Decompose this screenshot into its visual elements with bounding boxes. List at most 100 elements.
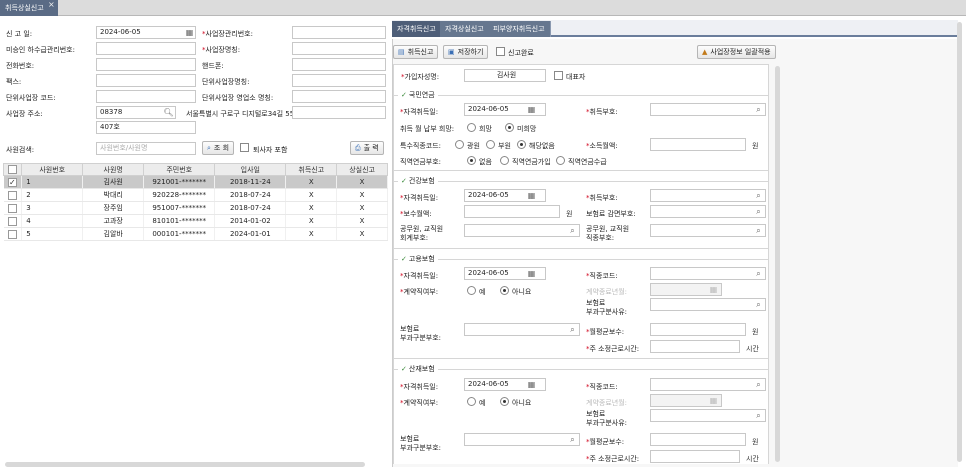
report-done-checkbox[interactable] bbox=[496, 47, 505, 56]
clinic-mgmt-no-input[interactable] bbox=[96, 42, 196, 55]
save-button[interactable]: ▣ 저장하기 bbox=[443, 45, 489, 59]
unit-biz-code-input[interactable] bbox=[96, 90, 196, 103]
unit-biz-office-input[interactable] bbox=[292, 90, 386, 103]
acq-report-button[interactable]: ▤ 취득신고 bbox=[393, 45, 439, 59]
table-row[interactable]: 3 장주임 951007-******* 2018-07-24 X X bbox=[3, 201, 388, 215]
search-icon[interactable]: ⌕ bbox=[567, 324, 578, 335]
search-icon[interactable]: ⌕ bbox=[753, 379, 764, 390]
emp-premium-code-input[interactable] bbox=[464, 323, 580, 336]
cell-loss[interactable]: X bbox=[336, 227, 388, 241]
cell-joined[interactable]: 2018-11-24 bbox=[214, 175, 287, 189]
report-date-input[interactable]: 2024-06-05 bbox=[96, 26, 196, 39]
search-icon[interactable]: ⌕ bbox=[567, 225, 578, 236]
tab-acquisition[interactable]: 자격취득신고 bbox=[392, 21, 442, 37]
table-row[interactable]: ✓ 1 김사원 921001-******* 2018-11-24 X X bbox=[3, 175, 388, 189]
ind-contract-no-radio[interactable] bbox=[500, 397, 509, 406]
cell-joined[interactable]: 2018-07-24 bbox=[214, 188, 287, 202]
row-checkbox-cell[interactable] bbox=[3, 214, 23, 228]
ind-contract-yes-radio[interactable] bbox=[467, 397, 476, 406]
fax-input[interactable] bbox=[96, 74, 196, 87]
cell-joined[interactable]: 2014-01-02 bbox=[214, 214, 287, 228]
calendar-icon[interactable]: ▦ bbox=[526, 379, 537, 390]
tab-loss[interactable]: 자격상실신고 bbox=[440, 21, 490, 37]
search-icon[interactable]: ⌕ bbox=[753, 410, 764, 421]
phone-input[interactable] bbox=[96, 58, 196, 71]
biz-name-input[interactable] bbox=[292, 42, 386, 55]
search-icon[interactable]: ⌕ bbox=[753, 299, 764, 310]
pension-income-input[interactable] bbox=[650, 138, 746, 151]
row-checkbox[interactable] bbox=[7, 229, 17, 239]
cell-joined[interactable]: 2018-07-24 bbox=[214, 201, 287, 215]
cell-no[interactable]: 5 bbox=[21, 227, 84, 241]
pension-sp2-radio[interactable] bbox=[486, 140, 495, 149]
header-checkbox[interactable] bbox=[8, 165, 18, 174]
panel-vertical-scrollbar[interactable] bbox=[957, 22, 962, 462]
ind-hours-input[interactable] bbox=[650, 450, 740, 463]
cell-loss[interactable]: X bbox=[336, 214, 388, 228]
health-reduce-input[interactable] bbox=[650, 205, 766, 218]
cell-loss[interactable]: X bbox=[336, 175, 388, 189]
unit-biz-name-input[interactable] bbox=[292, 74, 386, 87]
ind-avg-pay-input[interactable] bbox=[650, 433, 746, 446]
employee-search-input[interactable]: 사원번호/사원명 bbox=[96, 142, 196, 155]
pension-pay-yes-radio[interactable] bbox=[467, 123, 476, 132]
pension-acq-code-input[interactable] bbox=[650, 103, 766, 116]
health-pub-job-input[interactable] bbox=[650, 224, 766, 237]
row-checkbox-cell[interactable]: ✓ bbox=[3, 175, 23, 189]
cell-name[interactable]: 장주임 bbox=[82, 201, 145, 215]
table-row[interactable]: 4 고과장 810101-******* 2014-01-02 X X bbox=[3, 214, 388, 228]
header-emp-name[interactable]: 사원명 bbox=[82, 163, 145, 176]
cell-name[interactable]: 고과장 bbox=[82, 214, 145, 228]
form-vertical-scrollbar[interactable] bbox=[775, 66, 780, 462]
cell-acq[interactable]: X bbox=[285, 188, 338, 202]
subscriber-input[interactable]: 김사원 bbox=[464, 69, 546, 82]
cell-acq[interactable]: X bbox=[285, 175, 338, 189]
cell-loss[interactable]: X bbox=[336, 188, 388, 202]
cell-rrn[interactable]: 951007-******* bbox=[143, 201, 216, 215]
search-icon[interactable]: 🔍︎ bbox=[163, 107, 174, 118]
cell-loss[interactable]: X bbox=[336, 201, 388, 215]
tab-acquisition-loss-report[interactable]: 취득상실신고 × bbox=[0, 0, 58, 16]
search-icon[interactable]: ⌕ bbox=[567, 434, 578, 445]
cell-acq[interactable]: X bbox=[285, 214, 338, 228]
address2-input[interactable]: 407호 bbox=[96, 121, 196, 134]
calendar-icon[interactable]: ▦ bbox=[526, 190, 537, 201]
apply-all-button[interactable]: ▲ 사업장정보 일괄적용 bbox=[697, 45, 776, 59]
emp-premium-reason-input[interactable] bbox=[650, 298, 766, 311]
emp-contract-yes-radio[interactable] bbox=[467, 286, 476, 295]
cell-no[interactable]: 1 bbox=[21, 175, 84, 189]
representative-checkbox[interactable] bbox=[554, 71, 563, 80]
search-button[interactable]: ⌕ 조 회 bbox=[202, 141, 235, 155]
health-salary-input[interactable] bbox=[464, 205, 560, 218]
tab-dependent[interactable]: 피부양자취득신고 bbox=[488, 21, 551, 37]
emp-contract-no-radio[interactable] bbox=[500, 286, 509, 295]
emp-avg-pay-input[interactable] bbox=[650, 323, 746, 336]
row-checkbox-cell[interactable] bbox=[3, 227, 23, 241]
emp-hours-input[interactable] bbox=[650, 340, 740, 353]
header-loss[interactable]: 상실신고 bbox=[336, 163, 388, 176]
cell-joined[interactable]: 2024-01-01 bbox=[214, 227, 287, 241]
ind-premium-reason-input[interactable] bbox=[650, 409, 766, 422]
row-checkbox[interactable] bbox=[7, 190, 17, 200]
calendar-icon[interactable]: ▦ bbox=[526, 268, 537, 279]
cell-acq[interactable]: X bbox=[285, 227, 338, 241]
calendar-icon[interactable]: ▦ bbox=[184, 27, 195, 38]
header-rrn[interactable]: 주민번호 bbox=[143, 163, 216, 176]
cell-name[interactable]: 김알바 bbox=[82, 227, 145, 241]
pension-occ2-radio[interactable] bbox=[500, 156, 509, 165]
address1-input[interactable] bbox=[292, 106, 386, 119]
health-pub-acct-input[interactable] bbox=[464, 224, 580, 237]
cell-rrn[interactable]: 920228-******* bbox=[143, 188, 216, 202]
cell-rrn[interactable]: 810101-******* bbox=[143, 214, 216, 228]
row-checkbox[interactable] bbox=[7, 216, 17, 226]
pension-sp3-radio[interactable] bbox=[517, 140, 526, 149]
mobile-input[interactable] bbox=[292, 58, 386, 71]
search-icon[interactable]: ⌕ bbox=[753, 104, 764, 115]
cell-no[interactable]: 4 bbox=[21, 214, 84, 228]
cell-no[interactable]: 3 bbox=[21, 201, 84, 215]
cell-rrn[interactable]: 921001-******* bbox=[143, 175, 216, 189]
biz-mgmt-no-input[interactable] bbox=[292, 26, 386, 39]
close-icon[interactable]: × bbox=[48, 0, 55, 13]
search-icon[interactable]: ⌕ bbox=[753, 225, 764, 236]
ind-job-code-input[interactable] bbox=[650, 378, 766, 391]
